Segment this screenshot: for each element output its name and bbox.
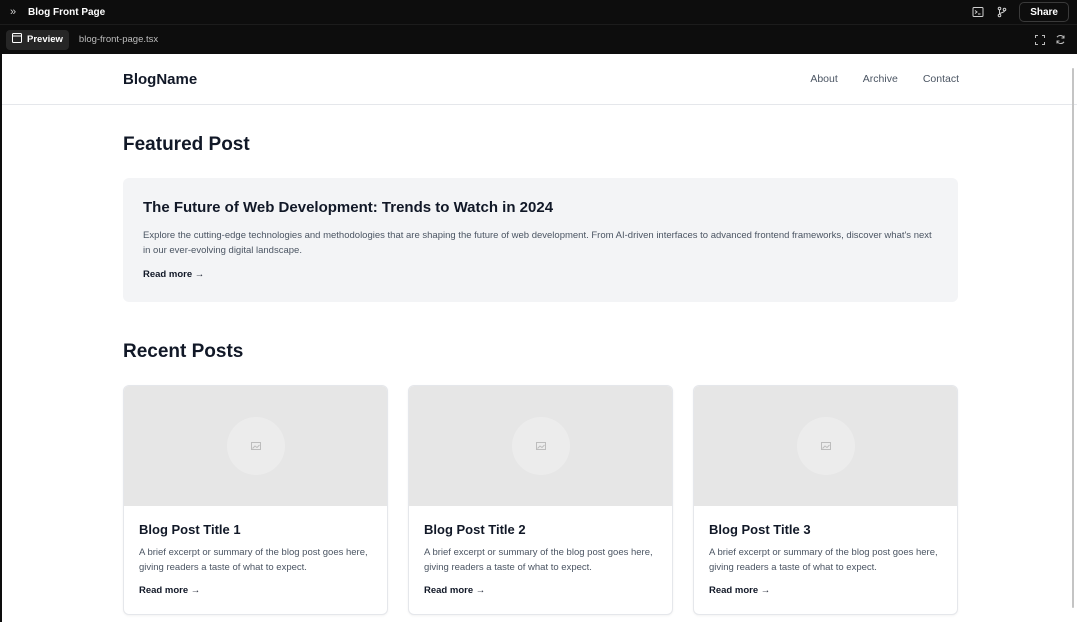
post-title[interactable]: Blog Post Title 3 <box>709 522 942 537</box>
image-icon <box>511 417 570 475</box>
post-image-placeholder <box>124 386 387 506</box>
featured-section-title: Featured Post <box>123 134 250 155</box>
site-logo[interactable]: BlogName <box>123 71 197 88</box>
tab-preview-label: Preview <box>27 34 63 45</box>
post-title[interactable]: Blog Post Title 1 <box>139 522 372 537</box>
tab-file-name[interactable]: blog-front-page.tsx <box>79 34 158 45</box>
featured-post-title[interactable]: The Future of Web Development: Trends to… <box>143 199 938 216</box>
post-card-body: Blog Post Title 1 A brief excerpt or sum… <box>124 506 387 614</box>
nav-link-archive[interactable]: Archive <box>863 73 898 85</box>
post-read-more-link[interactable]: Read more → <box>424 585 485 596</box>
post-image-placeholder <box>409 386 672 506</box>
site-header: BlogName About Archive Contact <box>2 54 1077 105</box>
featured-post-card: The Future of Web Development: Trends to… <box>123 178 958 302</box>
fullscreen-icon[interactable] <box>1033 33 1047 47</box>
post-card: Blog Post Title 1 A brief excerpt or sum… <box>123 385 388 615</box>
image-icon <box>796 417 855 475</box>
refresh-icon[interactable] <box>1053 33 1067 47</box>
post-excerpt: A brief excerpt or summary of the blog p… <box>709 547 938 573</box>
recent-posts-grid: Blog Post Title 1 A brief excerpt or sum… <box>123 385 959 622</box>
recent-section-title: Recent Posts <box>123 341 244 362</box>
post-excerpt: A brief excerpt or summary of the blog p… <box>424 547 653 573</box>
post-title[interactable]: Blog Post Title 2 <box>424 522 657 537</box>
post-card-body: Blog Post Title 2 A brief excerpt or sum… <box>409 506 672 614</box>
post-excerpt: A brief excerpt or summary of the blog p… <box>139 547 368 573</box>
post-card: Blog Post Title 2 A brief excerpt or sum… <box>408 385 673 615</box>
terminal-icon[interactable] <box>971 5 985 19</box>
post-read-more-link[interactable]: Read more → <box>709 585 770 596</box>
post-read-more-link[interactable]: Read more → <box>139 585 200 596</box>
chevrons-right-icon[interactable]: » <box>10 6 24 18</box>
post-card-body: Blog Post Title 3 A brief excerpt or sum… <box>694 506 957 614</box>
window-title: Blog Front Page <box>28 6 106 18</box>
preview-window-icon <box>12 33 22 46</box>
nav-link-contact[interactable]: Contact <box>923 73 959 85</box>
tab-preview[interactable]: Preview <box>6 29 69 50</box>
tab-bar: Preview blog-front-page.tsx <box>0 24 1077 54</box>
share-button[interactable]: Share <box>1019 2 1069 22</box>
title-bar: » Blog Front Page Share <box>0 0 1077 24</box>
featured-read-more-link[interactable]: Read more → <box>143 269 204 280</box>
preview-viewport: BlogName About Archive Contact Featured … <box>2 54 1077 622</box>
image-icon <box>226 417 285 475</box>
git-branch-icon[interactable] <box>995 5 1009 19</box>
scrollbar[interactable] <box>1072 68 1074 608</box>
post-card: Blog Post Title 3 A brief excerpt or sum… <box>693 385 958 615</box>
featured-post-excerpt: Explore the cutting-edge technologies an… <box>143 230 932 256</box>
post-image-placeholder <box>694 386 957 506</box>
nav-link-about[interactable]: About <box>810 73 837 85</box>
